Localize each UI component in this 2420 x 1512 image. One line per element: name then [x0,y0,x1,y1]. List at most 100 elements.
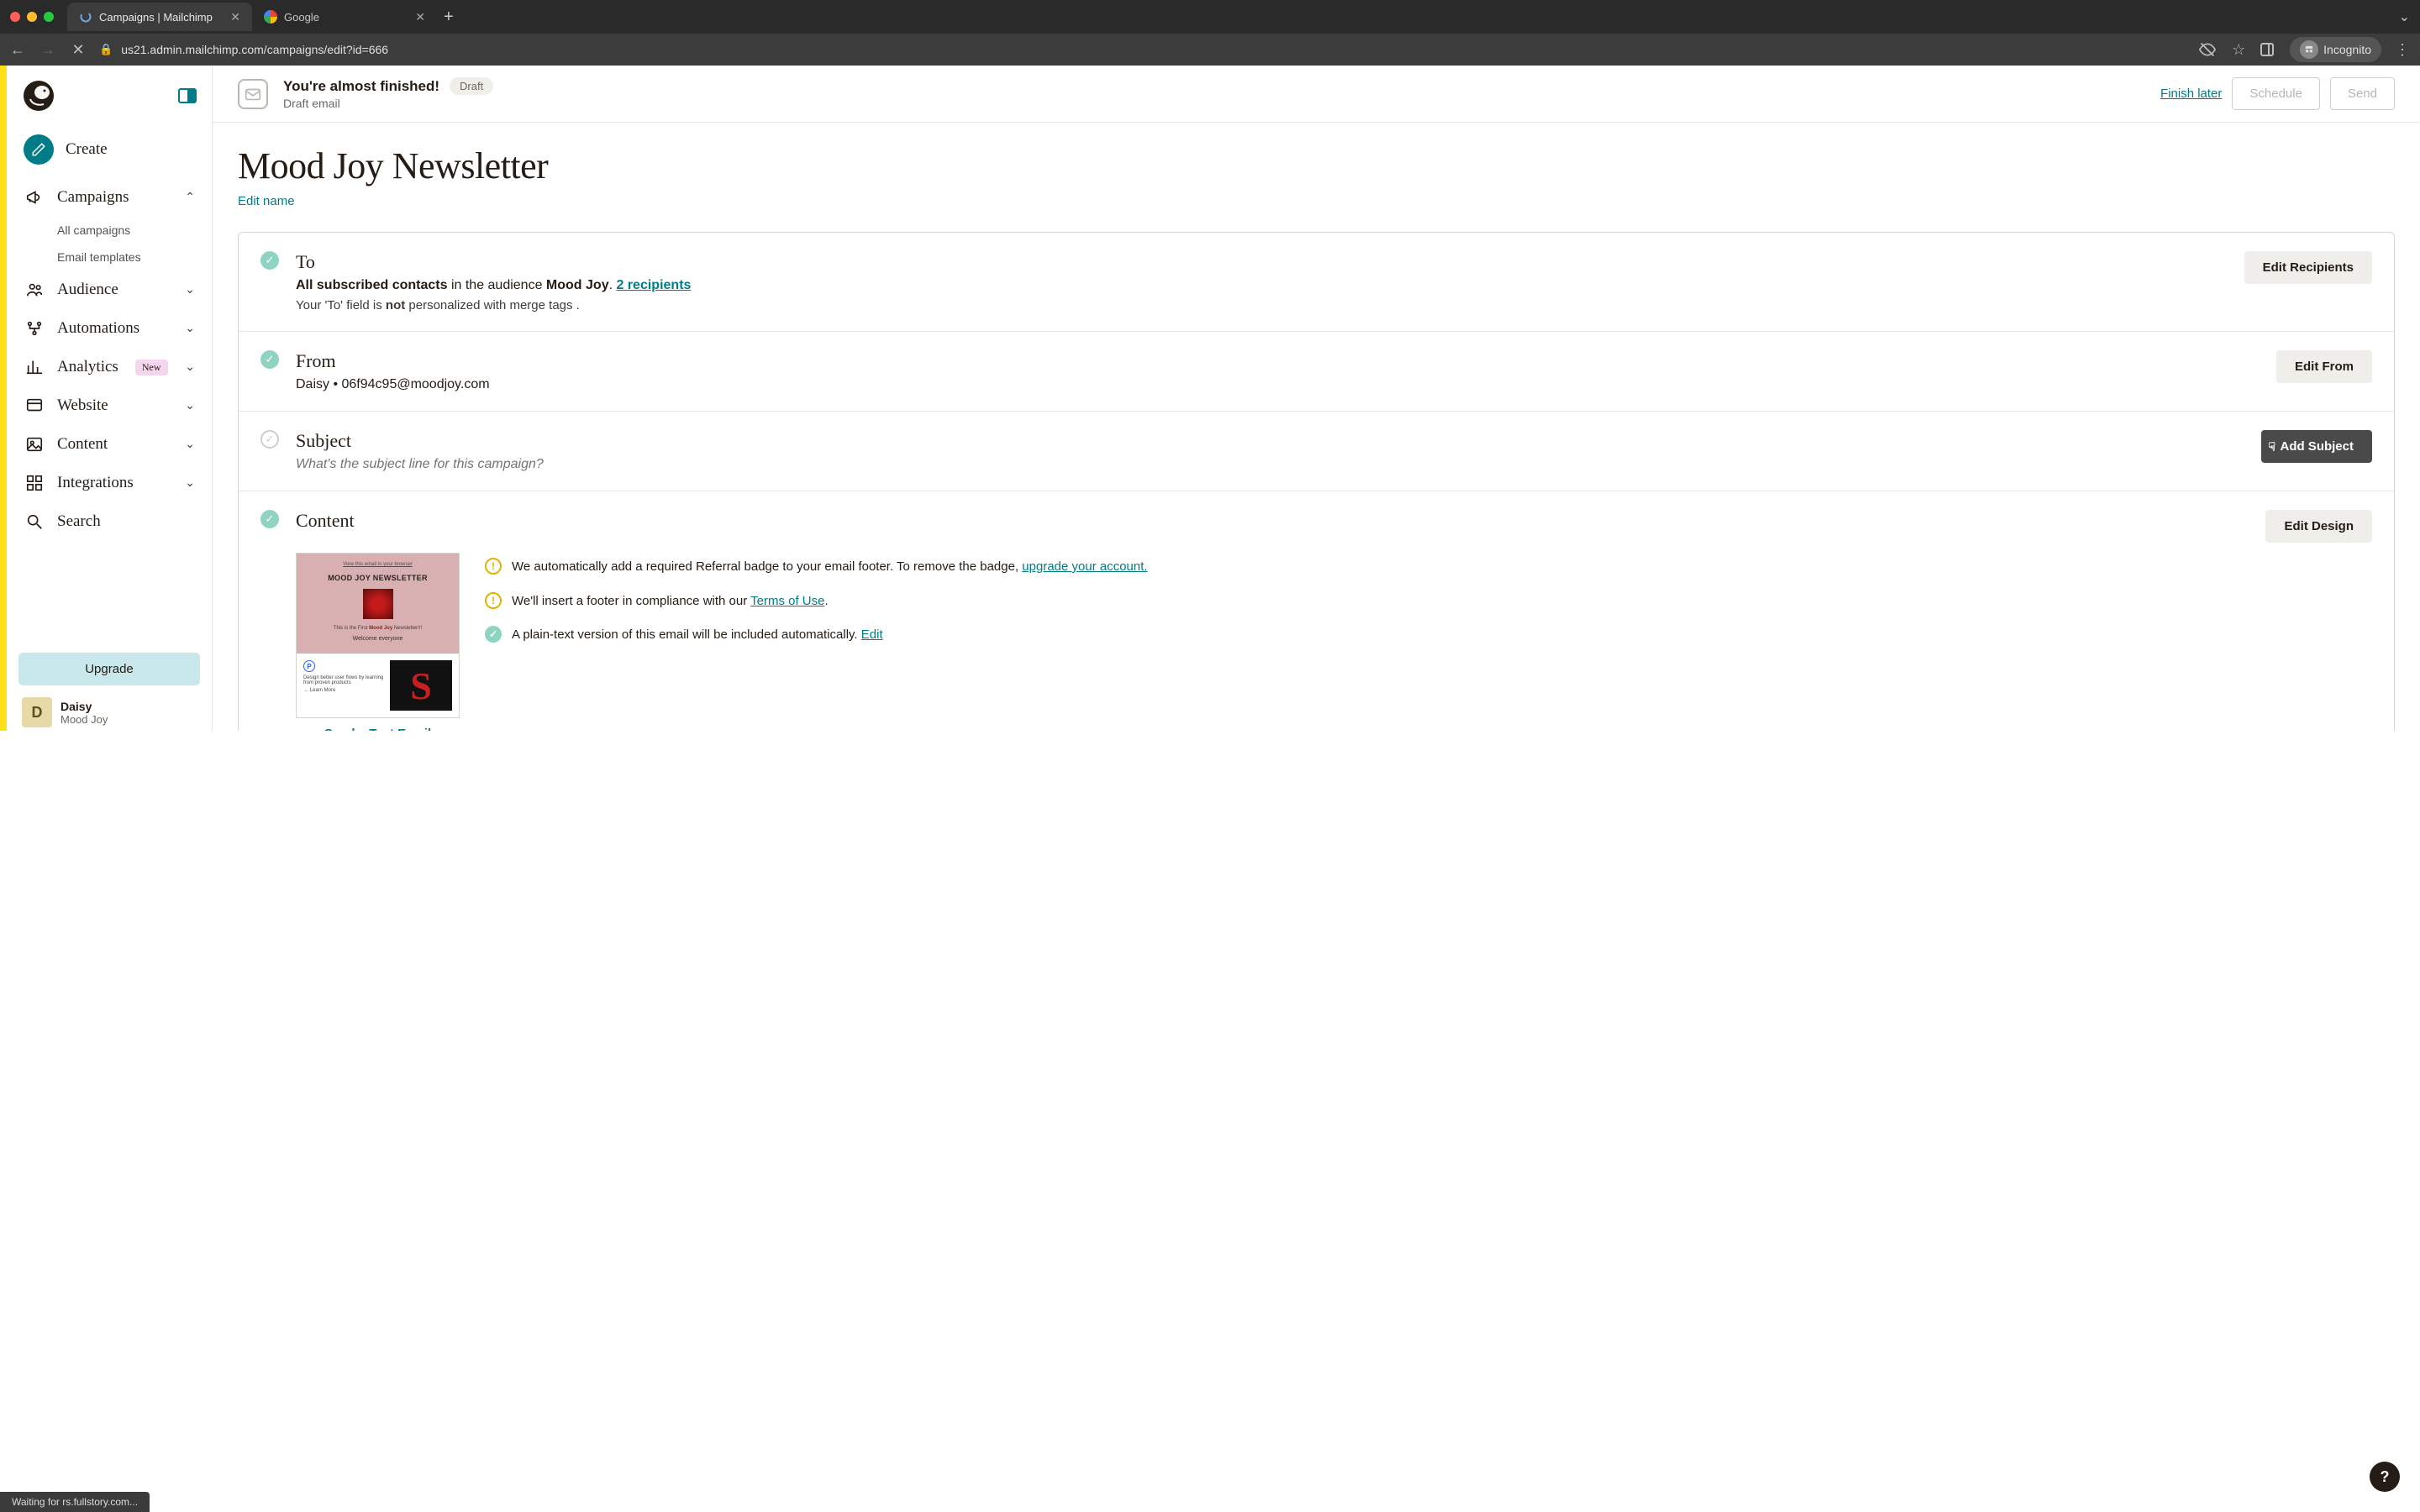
preview-sub-c: Newsletter!!! [392,626,422,631]
edit-plaintext-link[interactable]: Edit [861,627,883,642]
section-subject: ✓ Subject What's the subject line for th… [239,412,2394,491]
finish-later-link[interactable]: Finish later [2160,87,2222,101]
url-text: us21.admin.mailchimp.com/campaigns/edit?… [121,43,388,56]
new-tab-button[interactable]: + [444,8,454,27]
sidebar-sub-email-templates[interactable]: Email templates [57,244,203,270]
menu-icon[interactable]: ⋮ [2393,41,2412,59]
preview-promo-text: Design better user flows by learning fro… [303,675,385,685]
maximize-window-icon[interactable] [44,12,54,22]
browser-status-bar: Waiting for rs.fullstory.com... [0,1492,150,1512]
sidebar-item-search[interactable]: Search [15,502,203,541]
audience-name: Mood Joy [546,278,609,292]
url-field[interactable]: 🔒 us21.admin.mailchimp.com/campaigns/edi… [99,43,2187,56]
subject-placeholder: What's the subject line for this campaig… [296,457,2261,472]
preview-sub-b: Mood Joy [369,626,392,631]
bar-chart-icon [24,356,45,378]
sidebar-item-analytics[interactable]: Analytics New ⌄ [15,348,203,386]
notice-plaintext: ✓ A plain-text version of this email wil… [485,626,2372,645]
automations-icon [24,318,45,339]
sidebar-item-label: Integrations [57,474,134,492]
terms-of-use-link[interactable]: Terms of Use [750,594,824,608]
to-note-a: Your 'To' field is [296,298,386,312]
incognito-indicator[interactable]: Incognito [2290,37,2381,62]
avatar: D [22,697,52,727]
campaign-sections-card: ✓ To All subscribed contacts in the audi… [238,232,2395,731]
sidebar-item-label: Search [57,512,101,531]
side-panel-icon[interactable] [2260,42,2278,57]
add-subject-label: Add Subject [2280,439,2354,454]
topbar-title: You're almost finished! [283,78,439,95]
recipients-link[interactable]: 2 recipients [616,278,691,292]
upgrade-button[interactable]: Upgrade [18,653,200,685]
warning-icon: ! [485,558,502,575]
sidebar-item-automations[interactable]: Automations ⌄ [15,309,203,348]
incognito-label: Incognito [2323,43,2371,56]
warning-icon: ! [485,592,502,609]
cursor-pointer-icon: ☟ [2268,439,2275,454]
user-menu[interactable]: D Daisy Mood Joy [18,685,200,731]
back-button[interactable]: ← [8,41,27,59]
bookmark-star-icon[interactable]: ☆ [2229,41,2248,59]
upgrade-account-link[interactable]: upgrade your account. [1022,559,1147,574]
preview-newsletter-title: MOOD JOY NEWSLETTER [302,574,454,582]
website-icon [24,395,45,417]
close-tab-icon[interactable]: ✕ [230,10,240,24]
stop-reload-button[interactable]: ✕ [69,41,87,59]
sidebar-sub-all-campaigns[interactable]: All campaigns [57,217,203,244]
send-test-email-link[interactable]: Send a Test Email [296,727,460,731]
draft-badge: Draft [450,77,493,95]
collapse-sidebar-icon[interactable] [178,88,197,103]
sidebar-item-label: Content [57,435,108,454]
sidebar-create-label: Create [66,140,108,159]
eye-off-icon[interactable] [2199,41,2217,58]
pencil-icon [24,134,54,165]
section-content: ✓ Content Edit Design View this email in… [239,491,2394,731]
to-note-not: not [386,298,405,312]
window-controls[interactable] [10,12,54,22]
edit-from-button[interactable]: Edit From [2276,350,2372,383]
section-heading: Subject [296,430,2261,452]
audience-icon [24,279,45,301]
check-icon: ✓ [485,626,502,643]
preview-promo-badge-icon: P [303,660,315,672]
preview-welcome: Welcome everyone [302,636,454,642]
sidebar-item-content[interactable]: Content ⌄ [15,425,203,464]
send-button[interactable]: Send [2330,77,2395,110]
user-org: Mood Joy [60,713,108,726]
lock-icon: 🔒 [99,43,113,56]
brand-accent-strip [0,66,7,731]
grid-icon [24,472,45,494]
browser-tab-mailchimp[interactable]: Campaigns | Mailchimp ✕ [67,3,252,31]
incognito-icon [2300,40,2318,59]
section-to: ✓ To All subscribed contacts in the audi… [239,233,2394,332]
sidebar-item-label: Website [57,396,108,415]
close-tab-icon[interactable]: ✕ [415,10,425,24]
minimize-window-icon[interactable] [27,12,37,22]
sidebar-create-button[interactable]: Create [15,126,203,173]
schedule-button[interactable]: Schedule [2232,77,2320,110]
loading-spinner-icon [79,10,92,24]
search-icon [24,511,45,533]
sidebar-item-website[interactable]: Website ⌄ [15,386,203,425]
edit-recipients-button[interactable]: Edit Recipients [2244,251,2372,284]
sidebar-item-campaigns[interactable]: Campaigns ⌃ [15,178,203,217]
topbar: You're almost finished! Draft Draft emai… [213,66,2420,123]
notice-footer-terms: ! We'll insert a footer in compliance wi… [485,592,2372,612]
browser-tab-google[interactable]: Google ✕ [252,3,437,31]
edit-name-link[interactable]: Edit name [238,194,2395,208]
new-badge: New [135,360,168,375]
help-button[interactable]: ? [2370,1462,2400,1492]
envelope-outline-icon [238,79,268,109]
close-window-icon[interactable] [10,12,20,22]
sidebar-item-audience[interactable]: Audience ⌄ [15,270,203,309]
chevron-down-icon: ⌄ [185,476,195,491]
edit-design-button[interactable]: Edit Design [2265,510,2372,543]
tabs-dropdown-icon[interactable]: ⌄ [2399,8,2410,25]
sidebar-item-integrations[interactable]: Integrations ⌄ [15,464,203,502]
megaphone-icon [24,186,45,208]
content-notices: ! We automatically add a required Referr… [485,558,2372,731]
mailchimp-logo-icon[interactable] [22,79,55,113]
sidebar: Create Campaigns ⌃ All campaigns Email t… [7,66,213,731]
email-preview-thumbnail[interactable]: View this email in your browser MOOD JOY… [296,553,460,718]
add-subject-button[interactable]: ☟ Add Subject [2261,430,2372,463]
